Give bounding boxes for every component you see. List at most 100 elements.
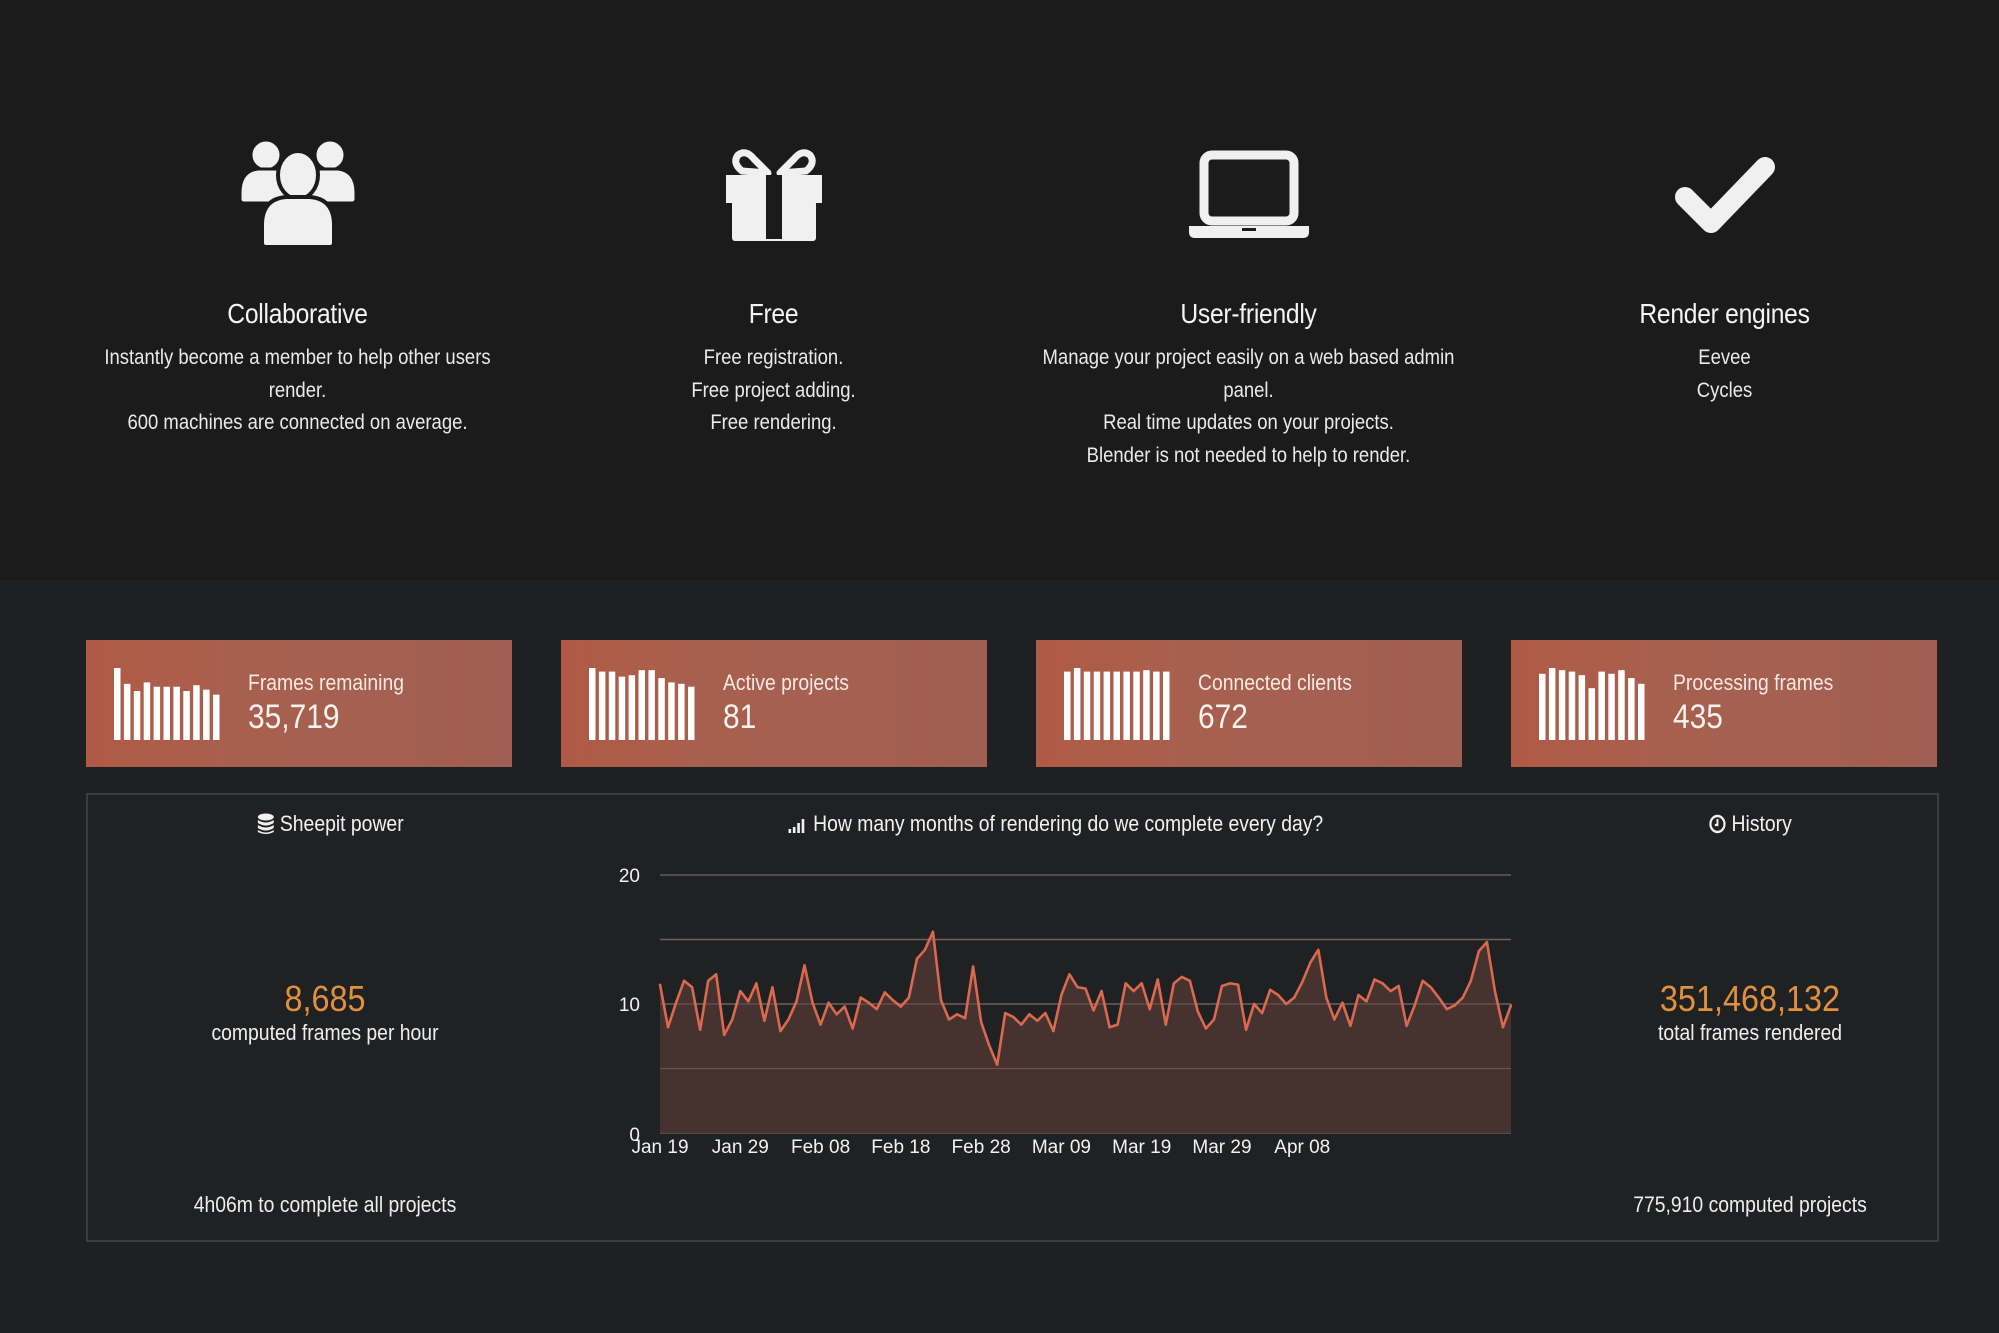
data-point: [1060, 993, 1063, 997]
data-point: [1405, 1024, 1408, 1028]
data-point: [763, 1019, 766, 1022]
data-point: [1293, 996, 1296, 999]
data-point: [1252, 1002, 1256, 1006]
spark-bar: [213, 694, 220, 740]
feature-line: render.: [268, 378, 327, 402]
data-point: [1389, 989, 1392, 993]
database-icon: [257, 813, 274, 834]
feature-free: Free Free registration. Free project add…: [536, 120, 1011, 440]
time-to-complete: 4h06m to complete all projects: [193, 1192, 457, 1217]
frames-per-hour-label: computed frames per hour: [211, 1020, 439, 1045]
y-tick-label: 10: [619, 995, 640, 1016]
stat-card-connected-clients: Connected clients 672: [1036, 640, 1462, 767]
stat-card-active-projects: Active projects 81: [561, 640, 987, 767]
x-tick-label: Jan 19: [631, 1137, 688, 1158]
data-point: [851, 1027, 854, 1030]
data-point: [1341, 1001, 1344, 1004]
spark-bar: [1073, 668, 1081, 740]
data-point: [1140, 982, 1143, 985]
data-point: [1036, 1019, 1039, 1022]
spark-bar: [648, 670, 655, 740]
gift-icon: [536, 120, 1011, 270]
data-point: [1164, 1023, 1167, 1026]
stat-card-frames-remaining: Frames remaining 35,719: [86, 640, 512, 767]
data-point: [1509, 1004, 1513, 1007]
data-point: [971, 965, 975, 968]
data-point: [1116, 1023, 1119, 1026]
data-point: [1044, 1011, 1047, 1015]
stat-label: Frames remaining: [248, 670, 405, 695]
data-point: [1132, 989, 1135, 993]
data-point: [1196, 1010, 1200, 1013]
data-point: [1228, 982, 1232, 985]
spark-bar: [688, 686, 695, 740]
chart-heading: How many months of rendering do we compl…: [788, 811, 1323, 837]
feature-description: Free registration. Free project adding. …: [565, 342, 983, 440]
spark-bar: [1083, 671, 1091, 740]
data-point: [811, 1001, 814, 1004]
x-tick-label: Feb 28: [952, 1137, 1011, 1158]
data-point: [714, 973, 718, 976]
feature-collaborative: Collaborative Instantly become a member …: [60, 120, 535, 440]
x-tick-label: Mar 29: [1192, 1137, 1251, 1158]
spark-bar: [193, 685, 200, 740]
history-title: History: [1731, 811, 1792, 836]
spark-bar: [163, 686, 170, 740]
data-point: [1244, 1028, 1248, 1031]
feature-description: Instantly become a member to help other …: [89, 342, 507, 440]
data-point: [1172, 982, 1176, 985]
data-point: [1429, 986, 1432, 989]
data-point: [1188, 979, 1192, 982]
feature-render-engines: Render engines Eevee Cycles: [1487, 120, 1962, 407]
spark-bar: [1064, 671, 1071, 740]
spark-bar: [183, 691, 190, 740]
data-point: [731, 1018, 734, 1021]
sparkline-icon: [561, 640, 721, 767]
data-point: [1012, 1015, 1015, 1019]
data-point: [1004, 1011, 1007, 1015]
data-point: [1285, 1002, 1288, 1006]
data-point: [706, 979, 710, 982]
spark-bar: [658, 678, 665, 740]
sparkline-icon: [1036, 640, 1196, 767]
data-point: [1317, 948, 1320, 952]
spark-bar: [1558, 670, 1566, 740]
stat-value: 435: [1673, 698, 1723, 736]
data-point: [1477, 949, 1481, 953]
spark-bar: [638, 670, 645, 740]
data-point: [883, 991, 886, 994]
data-point: [859, 996, 862, 999]
data-point: [835, 1013, 838, 1016]
data-point: [1236, 983, 1240, 986]
data-point: [1180, 975, 1184, 979]
data-point: [843, 1005, 846, 1008]
data-point: [779, 1029, 782, 1033]
stat-value: 81: [723, 698, 757, 736]
spark-bar: [1103, 671, 1111, 740]
data-point: [1268, 988, 1272, 992]
data-point: [1028, 1013, 1031, 1016]
spark-bar: [143, 682, 151, 740]
feature-description: Manage your project easily on a web base…: [1040, 342, 1458, 472]
data-point: [1220, 984, 1224, 988]
spark-bar: [1539, 673, 1546, 740]
data-point: [1076, 986, 1079, 989]
data-point: [674, 1001, 678, 1004]
data-point: [1156, 978, 1159, 981]
feature-line: 600 machines are connected on average.: [127, 411, 468, 434]
spark-bar: [1598, 671, 1605, 740]
feature-line: Manage your project easily on a web base…: [1042, 346, 1455, 369]
spark-bar: [1548, 668, 1556, 740]
data-point: [891, 998, 895, 1002]
x-tick-label: Mar 19: [1112, 1137, 1171, 1158]
spark-bar: [1608, 673, 1615, 740]
spark-bar: [1093, 671, 1101, 740]
data-point: [771, 986, 774, 989]
check-icon: [1487, 120, 1962, 270]
data-point: [899, 1005, 903, 1008]
data-point: [1020, 1023, 1023, 1026]
chart-title: How many months of rendering do we compl…: [813, 811, 1324, 836]
data-point: [1333, 1018, 1336, 1021]
data-point: [1461, 996, 1465, 999]
data-point: [1437, 996, 1440, 999]
